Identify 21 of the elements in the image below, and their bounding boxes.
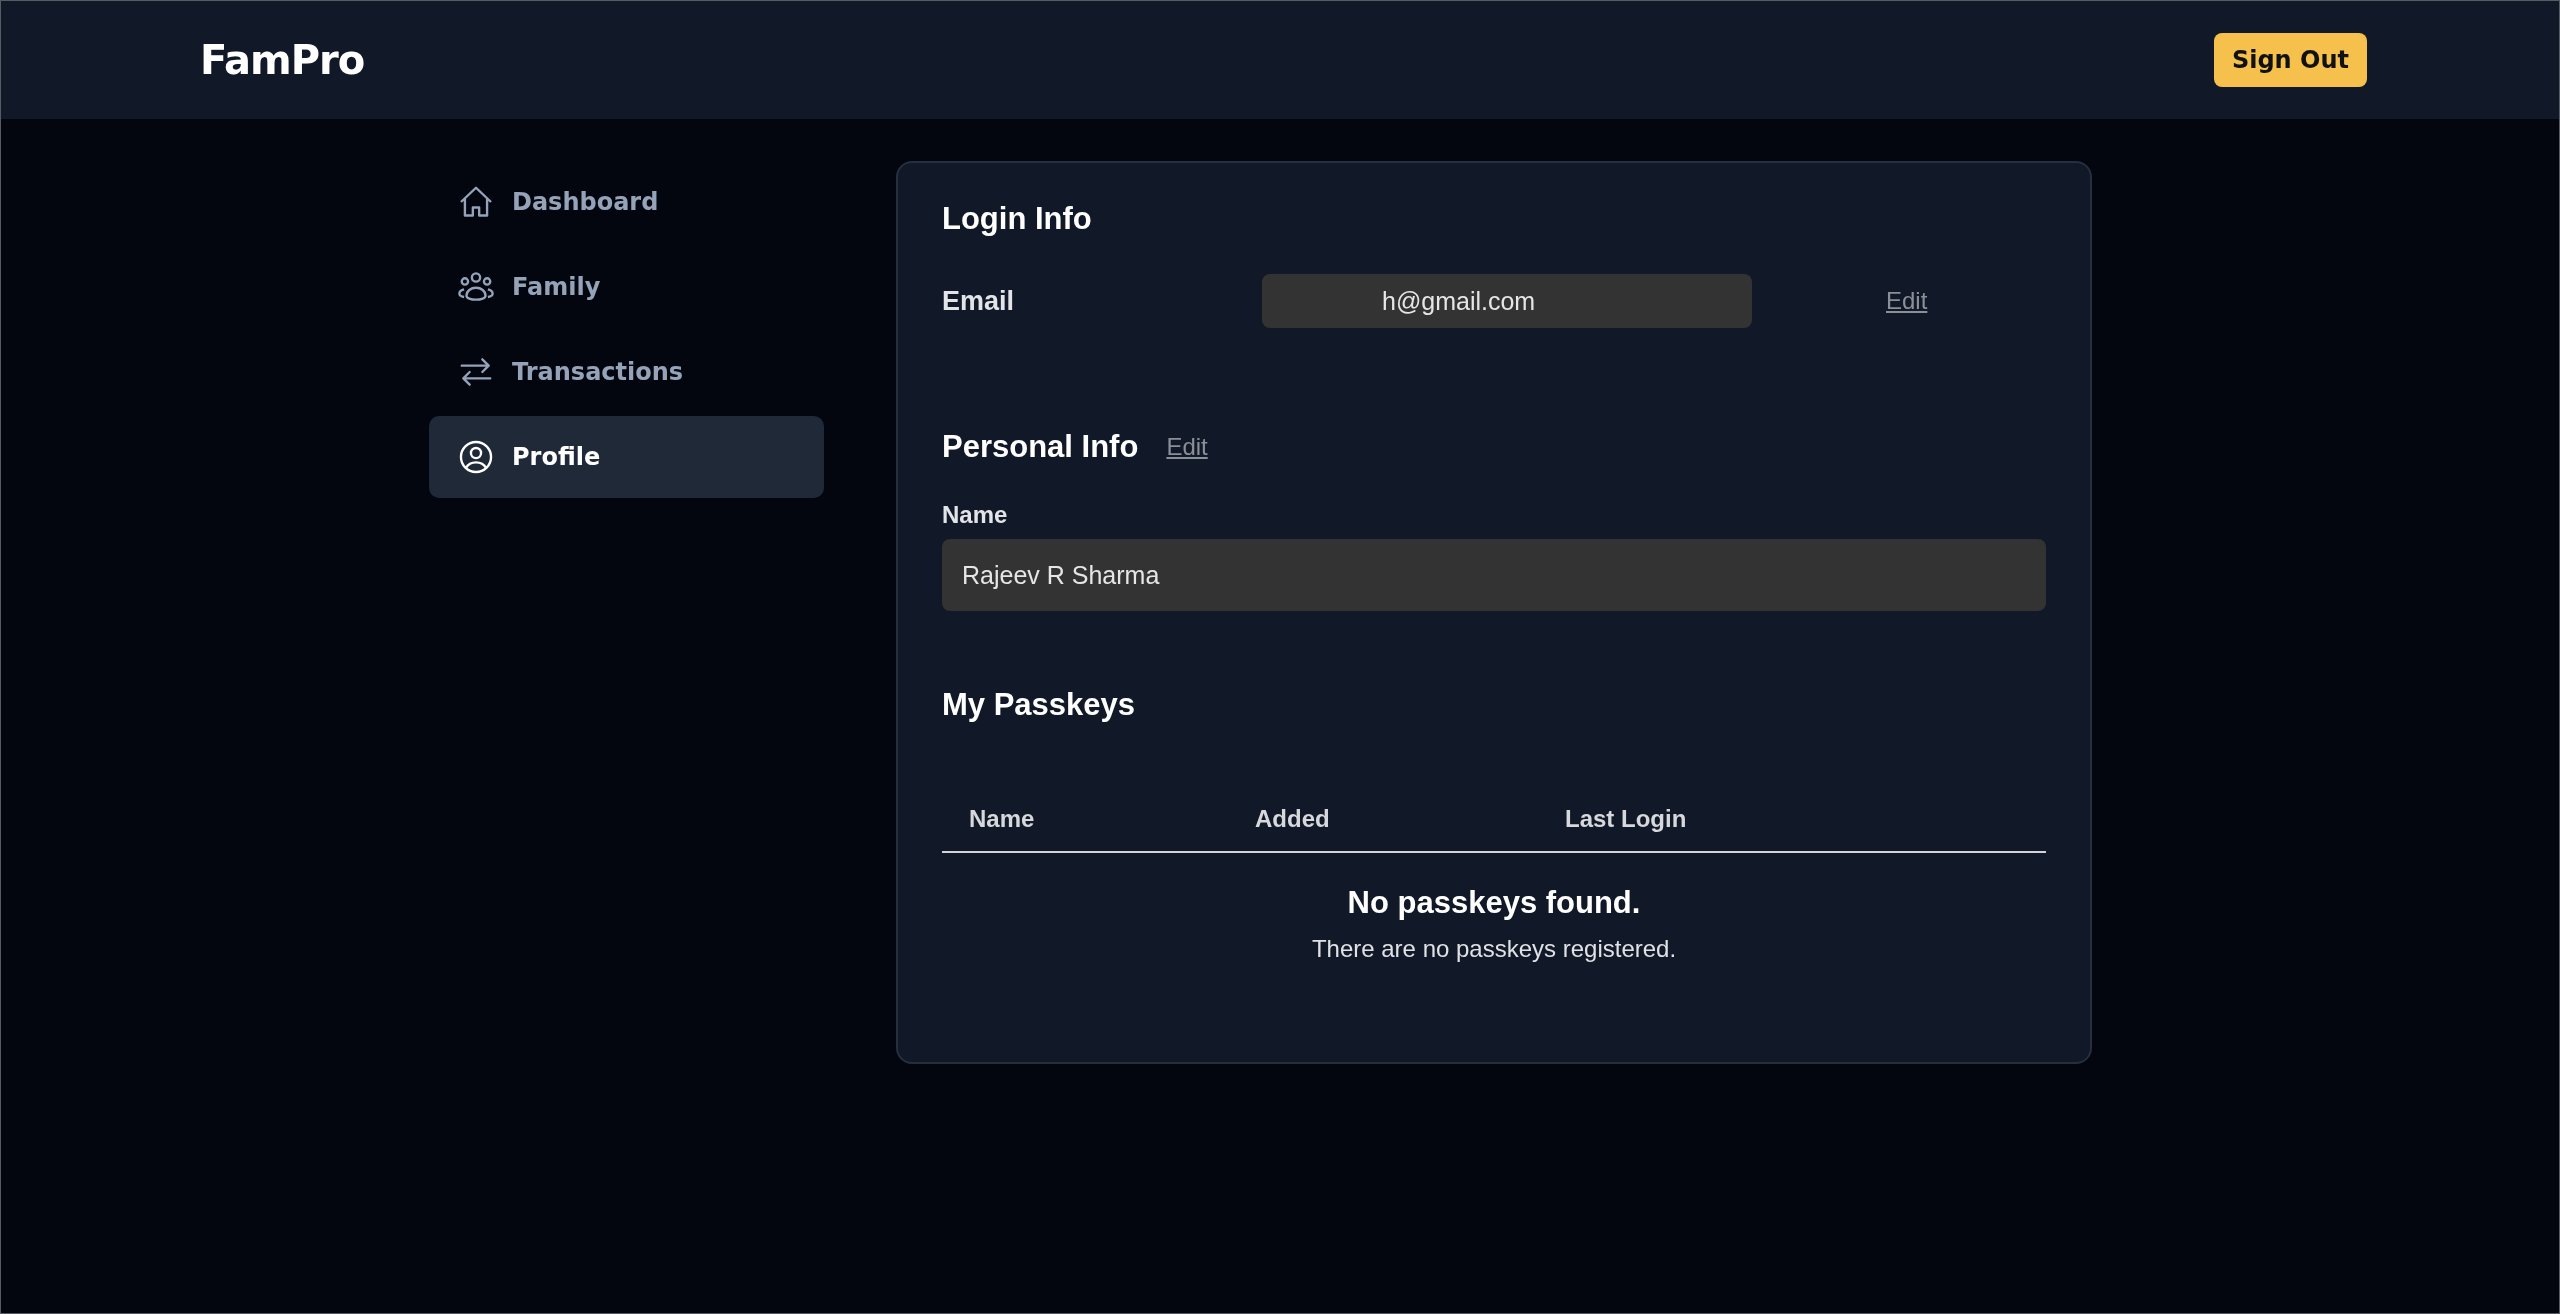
field-label: Email	[942, 285, 1016, 317]
sidebar-item[interactable]: Transactions	[429, 331, 824, 413]
empty-state-message: There are no passkeys registered.	[1311, 935, 1677, 963]
name-field[interactable]: Rajeev R Sharma	[942, 539, 2046, 611]
section-title: My Passkeys	[942, 687, 1137, 723]
empty-state-title: No passkeys found.	[1347, 885, 1641, 921]
field-label: Name	[942, 501, 1009, 529]
column-header: Added	[1255, 805, 1331, 833]
sign-out-button[interactable]: Sign Out	[2213, 33, 2367, 87]
section-title: Login Info	[942, 201, 1093, 237]
edit-link[interactable]: Edit	[1886, 287, 1928, 315]
user-circle-icon	[457, 438, 495, 476]
email-field[interactable]: h@gmail.com	[1262, 274, 1752, 328]
column-header: Last Login	[1565, 805, 1688, 833]
sidebar-item[interactable]: Dashboard	[429, 161, 824, 243]
sidebar-item[interactable]: Profile	[429, 416, 824, 498]
sidebar-item[interactable]: Family	[429, 246, 824, 328]
edit-link[interactable]: Edit	[1166, 433, 1208, 461]
app-logo[interactable]: FamPro	[200, 37, 365, 83]
section-title: Personal Info	[942, 429, 1139, 465]
column-header: Name	[969, 805, 1036, 833]
